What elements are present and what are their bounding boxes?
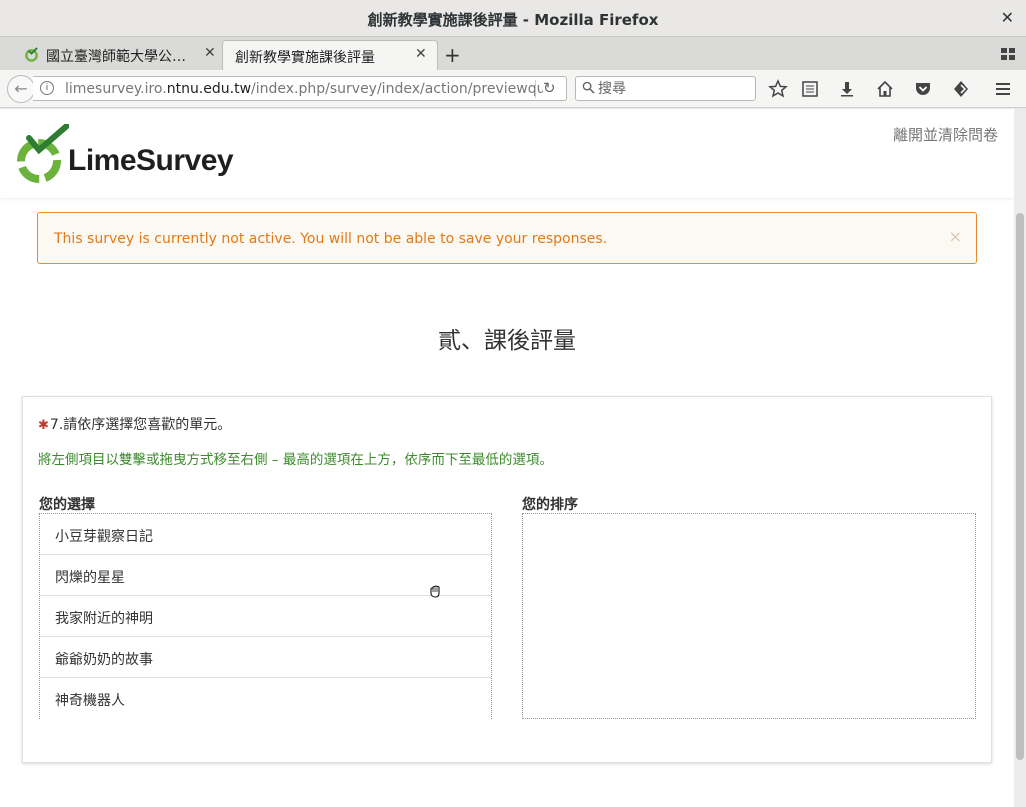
group-title: 貳、課後評量: [438, 328, 576, 354]
limesurvey-logo-icon: [17, 124, 69, 183]
question-text: ✱7.請依序選擇您喜歡的單元。: [38, 417, 232, 433]
ranked-choices-dropzone[interactable]: [522, 513, 976, 719]
choices-header: 您的選擇: [39, 497, 95, 513]
tab-strip: 國立臺灣師範大學公… ✕ 創新教學實施課後評量 ✕ +: [0, 37, 1026, 70]
available-choices-list[interactable]: 小豆芽觀察日記 閃爍的星星 我家附近的神明 爺爺奶奶的故事 神奇機器人: [39, 513, 492, 719]
new-tab-button[interactable]: +: [444, 43, 461, 67]
menu-icon[interactable]: [993, 79, 1013, 99]
grab-cursor-icon: [430, 585, 440, 598]
search-icon: [582, 81, 595, 94]
home-icon[interactable]: [875, 79, 895, 99]
window-title: 創新教學實施課後評量 - Mozilla Firefox: [367, 11, 659, 29]
back-button[interactable]: ←: [7, 75, 35, 103]
mandatory-icon: ✱: [38, 418, 49, 433]
bookmark-star-icon[interactable]: [768, 79, 788, 99]
navigation-bar: ← i limesurvey.iro.ntnu.edu.tw/index.php…: [0, 70, 1026, 108]
tab-label: 創新教學實施課後評量: [235, 50, 375, 66]
pocket-icon[interactable]: [913, 79, 933, 99]
vertical-scrollbar[interactable]: [1014, 109, 1026, 807]
tab-close-icon[interactable]: ✕: [204, 45, 216, 61]
search-box[interactable]: [575, 76, 756, 101]
brand-name: LimeSurvey: [68, 144, 234, 177]
downloads-icon[interactable]: [837, 79, 857, 99]
alert-message: This survey is currently not active. You…: [54, 231, 608, 247]
inactive-survey-alert: This survey is currently not active. You…: [37, 212, 977, 264]
ranking-header: 您的排序: [522, 497, 578, 513]
list-item[interactable]: 小豆芽觀察日記: [40, 514, 491, 555]
search-input[interactable]: [598, 79, 748, 98]
tab-label: 國立臺灣師範大學公…: [46, 49, 186, 65]
tab-survey-active[interactable]: 創新教學實施課後評量 ✕: [222, 40, 438, 70]
limesurvey-logo[interactable]: LimeSurvey: [14, 124, 234, 186]
divider: [535, 80, 536, 98]
sync-icon[interactable]: [951, 79, 971, 99]
list-item[interactable]: 神奇機器人: [40, 678, 491, 719]
exit-and-clear-link[interactable]: 離開並清除問卷: [893, 124, 998, 145]
tab-list-icon[interactable]: [1000, 46, 1016, 62]
window-titlebar: 創新教學實施課後評量 - Mozilla Firefox ✕: [0, 0, 1026, 37]
list-item[interactable]: 爺爺奶奶的故事: [40, 637, 491, 678]
alert-close-icon[interactable]: ×: [949, 227, 962, 246]
survey-header: LimeSurvey 離開並清除問卷: [0, 109, 1014, 198]
address-url[interactable]: limesurvey.iro.ntnu.edu.tw/index.php/sur…: [65, 81, 543, 97]
address-bar[interactable]: i limesurvey.iro.ntnu.edu.tw/index.php/s…: [33, 76, 567, 101]
tab-close-icon[interactable]: ✕: [415, 46, 427, 62]
list-item[interactable]: 閃爍的星星: [40, 555, 491, 596]
list-item[interactable]: 我家附近的神明: [40, 596, 491, 637]
page-content: LimeSurvey 離開並清除問卷 This survey is curren…: [0, 109, 1014, 807]
window-close-icon[interactable]: ✕: [1001, 8, 1014, 27]
scrollbar-thumb[interactable]: [1016, 213, 1024, 760]
limesurvey-favicon-icon: [25, 47, 38, 62]
tab-ntnu[interactable]: 國立臺灣師範大學公… ✕: [16, 40, 222, 70]
site-info-icon[interactable]: i: [40, 81, 54, 95]
ranking-question: ✱7.請依序選擇您喜歡的單元。 將左側項目以雙擊或拖曳方式移至右側 – 最高的選…: [22, 396, 992, 763]
question-help: 將左側項目以雙擊或拖曳方式移至右側 – 最高的選項在上方，依序而下至最低的選項。: [38, 452, 553, 468]
reload-icon[interactable]: ↻: [543, 79, 556, 97]
reading-list-icon[interactable]: [800, 79, 820, 99]
